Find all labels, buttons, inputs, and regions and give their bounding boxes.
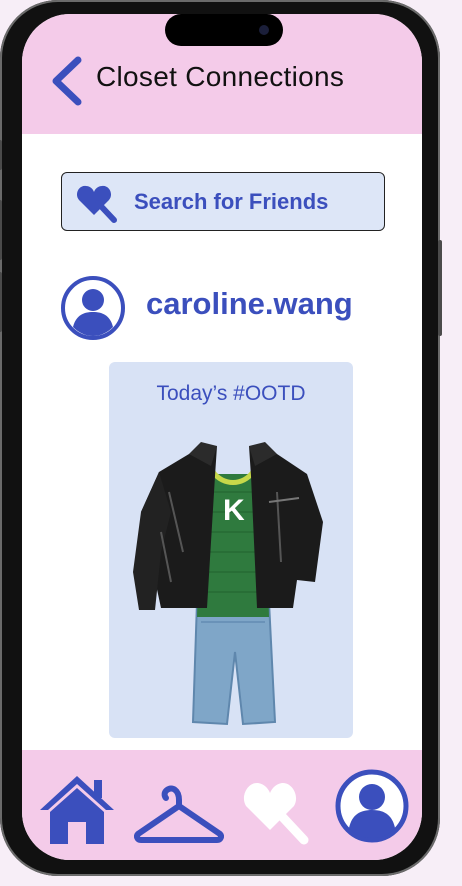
user-avatar-icon[interactable] [60,275,126,341]
friends-heart-search-icon[interactable] [242,778,312,848]
home-icon[interactable] [38,774,116,846]
phone-side-button [0,140,2,170]
ootd-card[interactable]: Today’s #OOTD K [109,362,353,738]
phone-side-button [0,200,2,260]
profile-icon[interactable] [334,768,410,844]
search-friends-button[interactable]: Search for Friends [61,172,385,231]
app-screen: Closet Connections Search for Friends ca… [22,14,422,860]
ootd-letter: K [223,494,245,527]
username[interactable]: caroline.wang [146,286,353,322]
phone-frame: Closet Connections Search for Friends ca… [0,0,442,876]
hanger-icon[interactable] [134,780,224,846]
phone-side-button [438,240,442,336]
heart-search-icon [76,185,117,223]
phone-side-button [0,272,2,332]
bottom-nav [22,750,422,860]
search-friends-label: Search for Friends [134,189,329,214]
dynamic-island [165,14,283,46]
page-title: Closet Connections [96,61,345,92]
outfit-image: K [133,442,323,726]
back-chevron-icon[interactable] [48,56,88,106]
ootd-title: Today’s #OOTD [156,382,306,405]
